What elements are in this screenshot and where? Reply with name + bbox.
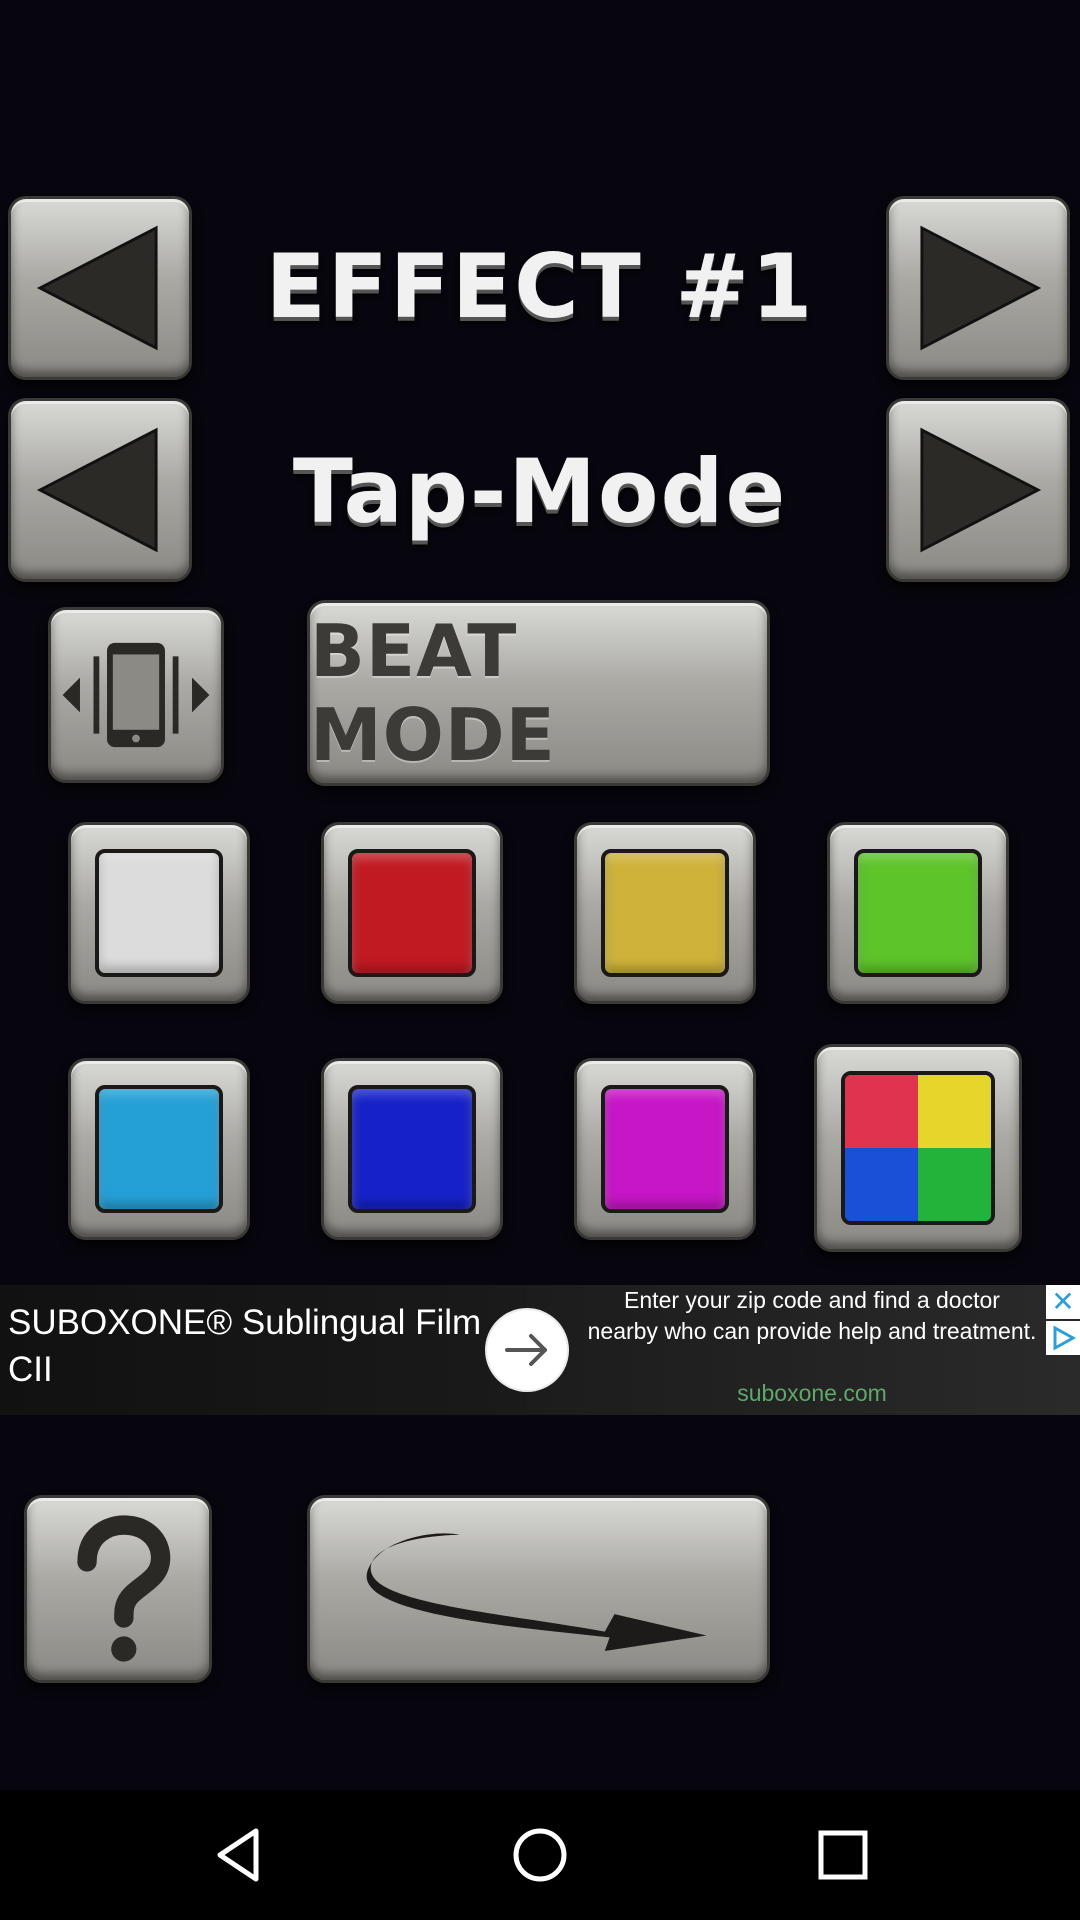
right-triangle-icon	[920, 225, 1042, 351]
magenta-swatch	[601, 1085, 729, 1213]
next-mode-button[interactable]	[886, 398, 1070, 582]
ad-description: Enter your zip code and find a doctor ne…	[587, 1287, 1037, 1344]
green-swatch	[854, 849, 982, 977]
share-button[interactable]	[307, 1495, 770, 1683]
home-icon[interactable]	[500, 1815, 580, 1895]
recents-icon[interactable]	[803, 1815, 883, 1895]
ad-banner[interactable]: SUBOXONE® Sublingual Film CII Enter your…	[0, 1285, 1080, 1415]
color-yellow-button[interactable]	[574, 822, 756, 1004]
yellow-swatch	[601, 849, 729, 977]
white-swatch	[95, 849, 223, 977]
color-white-button[interactable]	[68, 822, 250, 1004]
ad-title[interactable]: SUBOXONE® Sublingual Film CII	[8, 1299, 508, 1393]
left-triangle-icon	[36, 427, 158, 553]
color-red-button[interactable]	[321, 822, 503, 1004]
color-cyan-button[interactable]	[68, 1058, 250, 1240]
help-button[interactable]	[24, 1495, 212, 1683]
color-magenta-button[interactable]	[574, 1058, 756, 1240]
ad-close-icon[interactable]: ✕	[1046, 1285, 1080, 1319]
cyan-swatch	[95, 1085, 223, 1213]
next-effect-button[interactable]	[886, 196, 1070, 380]
color-blue-button[interactable]	[321, 1058, 503, 1240]
mode-title: Tap-Mode	[292, 440, 788, 543]
blue-swatch	[348, 1085, 476, 1213]
navigation-bar	[0, 1790, 1080, 1920]
beat-mode-button[interactable]: BEAT MODE	[307, 600, 770, 786]
prev-effect-button[interactable]	[8, 196, 192, 380]
red-swatch	[348, 849, 476, 977]
curved-arrow-icon	[366, 1533, 707, 1651]
ad-domain[interactable]: suboxone.com	[587, 1380, 1037, 1407]
left-triangle-icon	[36, 225, 158, 351]
color-multi-button[interactable]	[814, 1044, 1022, 1252]
multi-color-swatch	[841, 1071, 995, 1225]
color-green-button[interactable]	[827, 822, 1009, 1004]
prev-mode-button[interactable]	[8, 398, 192, 582]
phone-shake-icon	[62, 642, 210, 748]
ad-arrow-icon[interactable]	[487, 1310, 567, 1390]
right-triangle-icon	[920, 427, 1042, 553]
question-mark-icon	[77, 1515, 171, 1662]
effect-title: EFFECT #1	[265, 235, 815, 338]
ad-choices-icon[interactable]	[1046, 1321, 1080, 1355]
beat-mode-label: BEAT MODE	[310, 609, 556, 777]
back-icon[interactable]	[198, 1815, 278, 1895]
shake-mode-button[interactable]	[48, 607, 224, 783]
